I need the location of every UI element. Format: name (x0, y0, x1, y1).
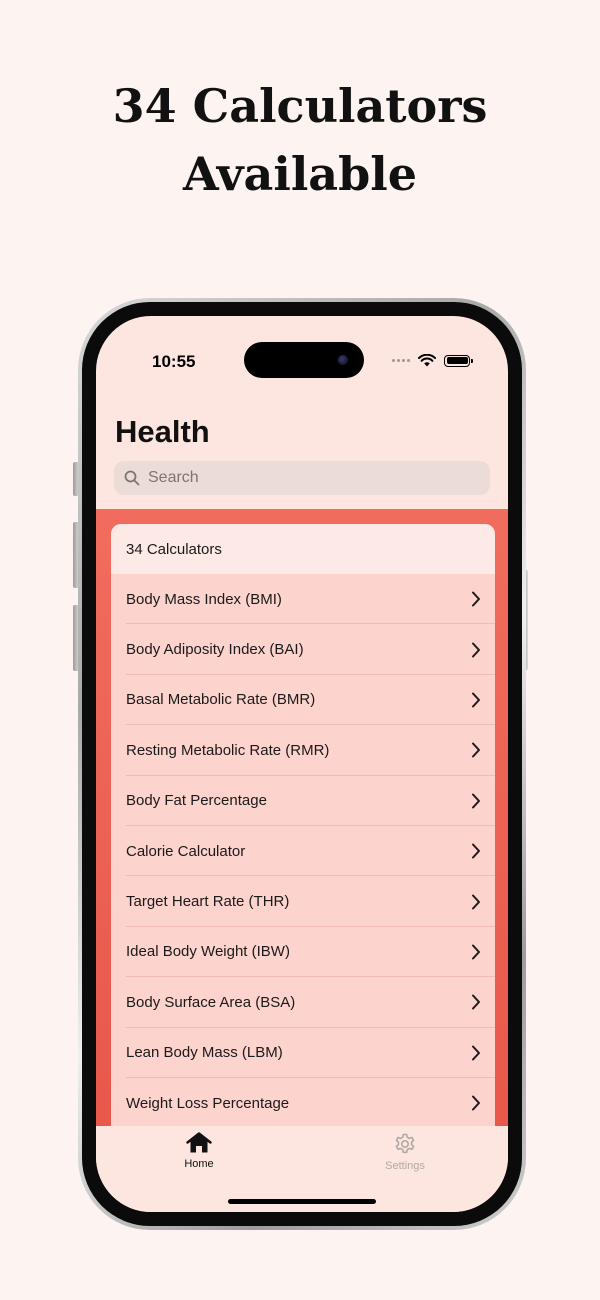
list-item-label: Body Fat Percentage (126, 792, 267, 810)
tab-home-label: Home (184, 1158, 214, 1170)
list-item[interactable]: Resting Metabolic Rate (RMR) (111, 725, 495, 776)
chevron-right-icon (471, 793, 481, 809)
list-item[interactable]: Target Heart Rate (THR) (111, 876, 495, 928)
battery-icon (444, 354, 473, 367)
promo-headline-line2: Available (182, 147, 418, 201)
chevron-right-icon (471, 843, 481, 859)
promo-headline-line1: 34 Calculators (112, 79, 488, 133)
chevron-right-icon (471, 642, 481, 658)
list-item[interactable]: Ideal Body Weight (IBW) (111, 927, 495, 978)
search-icon (124, 470, 140, 486)
tab-settings-label: Settings (385, 1160, 425, 1172)
list-item[interactable]: Calorie Calculator (111, 826, 495, 877)
list-item-label: Basal Metabolic Rate (BMR) (126, 691, 316, 709)
house-icon (186, 1132, 212, 1153)
list-item[interactable]: Lean Body Mass (LBM) (111, 1028, 495, 1079)
list-item-label: Ideal Body Weight (IBW) (126, 943, 290, 961)
dynamic-island (244, 342, 364, 378)
list-item[interactable]: Body Fat Percentage (111, 776, 495, 827)
phone-screen: 10:55 Health Search 34 Calculators Body … (96, 316, 508, 1212)
camera-icon (338, 355, 348, 365)
list-item[interactable]: Body Mass Index (BMI) (111, 574, 495, 625)
list-item-label: Body Adiposity Index (BAI) (126, 641, 304, 659)
chevron-right-icon (471, 1095, 481, 1111)
chevron-right-icon (471, 1045, 481, 1061)
search-placeholder: Search (148, 469, 199, 486)
chevron-right-icon (471, 591, 481, 607)
list-header: 34 Calculators (111, 524, 495, 574)
status-time: 10:55 (152, 352, 196, 371)
list-item-label: Lean Body Mass (LBM) (126, 1044, 283, 1062)
page-title: Health (115, 414, 210, 449)
phone-frame: 10:55 Health Search 34 Calculators Body … (78, 298, 526, 1230)
chevron-right-icon (471, 692, 481, 708)
list-item-label: Body Surface Area (BSA) (126, 993, 296, 1011)
list-item-label: Body Mass Index (BMI) (126, 590, 282, 608)
status-icons (392, 354, 473, 367)
chevron-right-icon (471, 742, 481, 758)
list-item[interactable]: Body Adiposity Index (BAI) (111, 624, 495, 676)
list-item-label: Calorie Calculator (126, 842, 246, 860)
search-input[interactable]: Search (114, 461, 490, 495)
gear-icon (395, 1133, 415, 1154)
list-item-label: Resting Metabolic Rate (RMR) (126, 741, 330, 759)
list-item[interactable]: Weight Loss Percentage (111, 1078, 495, 1129)
list-item-label: Weight Loss Percentage (126, 1094, 290, 1112)
chevron-right-icon (471, 894, 481, 910)
promo-headline: 34 Calculators Available (0, 72, 600, 208)
chevron-right-icon (471, 944, 481, 960)
cellular-signal-icon (392, 359, 410, 362)
list-item[interactable]: Body Surface Area (BSA) (111, 977, 495, 1028)
chevron-right-icon (471, 994, 481, 1010)
phone-bezel: 10:55 Health Search 34 Calculators Body … (82, 302, 522, 1226)
calculator-list: 34 Calculators Body Mass Index (BMI) Body… (111, 524, 495, 1164)
list-item[interactable]: Basal Metabolic Rate (BMR) (111, 675, 495, 726)
list-item-label: Target Heart Rate (THR) (126, 893, 290, 911)
wifi-icon (418, 354, 436, 367)
home-indicator (228, 1199, 376, 1204)
